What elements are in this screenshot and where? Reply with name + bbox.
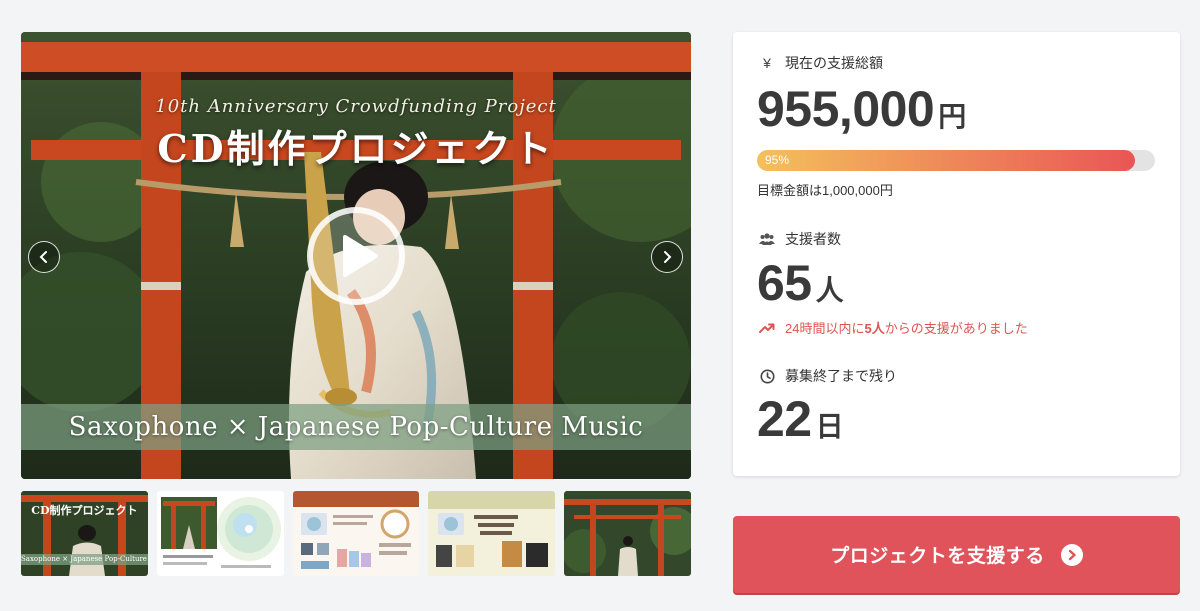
backers-count: 65 人 [757, 254, 844, 312]
backers-trend-count: 5人 [864, 321, 885, 336]
thumbnail-2-image [156, 491, 284, 576]
funding-label-row: ¥ 現在の支援総額 [759, 53, 883, 73]
backers-trend-prefix: 24時間以内に [785, 321, 865, 336]
funding-progress-fill: 95% [757, 150, 1136, 171]
remaining-days-value: 22 [757, 391, 812, 447]
remaining-label-row: 募集終了まで残り [759, 366, 897, 386]
backers-label-row: 支援者数 [759, 229, 841, 249]
carousel-prev-button[interactable] [28, 241, 60, 273]
funding-stats-card: ¥ 現在の支援総額 955,000 円 95% 目標金額は1,000,000円 支… [733, 32, 1180, 476]
main-visual-band: Saxophone × Japanese Pop-Culture Music [21, 404, 691, 450]
users-icon [759, 231, 775, 247]
thumbnail-2[interactable] [156, 491, 284, 576]
thumbnail-5[interactable] [564, 491, 691, 576]
thumbnail-1-band: Saxophone × Japanese Pop-Culture Music [21, 555, 148, 563]
support-project-label: プロジェクトを支援する [830, 546, 1045, 567]
trending-up-icon [759, 322, 775, 334]
funding-label: 現在の支援総額 [785, 55, 883, 71]
funding-progress-bar: 95% [757, 150, 1155, 171]
thumbnail-3[interactable] [292, 491, 420, 576]
chevron-circle-right-icon [1060, 543, 1083, 566]
yen-icon: ¥ [763, 55, 771, 71]
backers-label: 支援者数 [785, 231, 841, 247]
thumbnail-1-caption: CD制作プロジェクト [31, 504, 138, 517]
funding-amount: 955,000 円 [757, 80, 966, 138]
funding-goal-text: 目標金額は1,000,000円 [757, 183, 893, 198]
remaining-days: 22 日 [757, 390, 844, 448]
thumbnail-3-image [292, 491, 420, 576]
funding-amount-value: 955,000 [757, 81, 935, 137]
carousel-next-button[interactable] [651, 241, 683, 273]
backers-count-value: 65 [757, 255, 812, 311]
funding-amount-unit: 円 [938, 101, 967, 132]
play-video-button[interactable] [307, 207, 405, 305]
remaining-days-unit: 日 [815, 411, 844, 442]
main-visual-band-text: Saxophone × Japanese Pop-Culture Music [68, 412, 644, 442]
chevron-left-icon [39, 251, 47, 263]
thumbnail-4-image [428, 491, 556, 576]
funding-progress-label: 95% [765, 153, 790, 167]
thumbnail-strip: CD制作プロジェクト Saxophone × Japanese Pop-Cult… [21, 491, 691, 576]
project-main-visual[interactable]: 10th Anniversary Crowdfunding Project CD… [21, 32, 691, 479]
thumbnail-5-image [564, 491, 691, 576]
clock-icon [759, 368, 775, 384]
backers-count-unit: 人 [815, 275, 844, 306]
main-visual-title: CD制作プロジェクト [157, 126, 555, 171]
support-project-button[interactable]: プロジェクトを支援する [733, 516, 1180, 593]
main-visual-subtitle: 10th Anniversary Crowdfunding Project [155, 96, 557, 117]
backers-trend-suffix: からの支援がありました [884, 321, 1028, 336]
play-icon [343, 235, 378, 277]
chevron-right-icon [664, 251, 672, 263]
backers-trend: 24時間以内に 5人 からの支援がありました [759, 318, 1028, 337]
thumbnail-1[interactable]: CD制作プロジェクト Saxophone × Japanese Pop-Cult… [21, 491, 148, 576]
remaining-label: 募集終了まで残り [785, 368, 897, 384]
thumbnail-4[interactable] [428, 491, 556, 576]
